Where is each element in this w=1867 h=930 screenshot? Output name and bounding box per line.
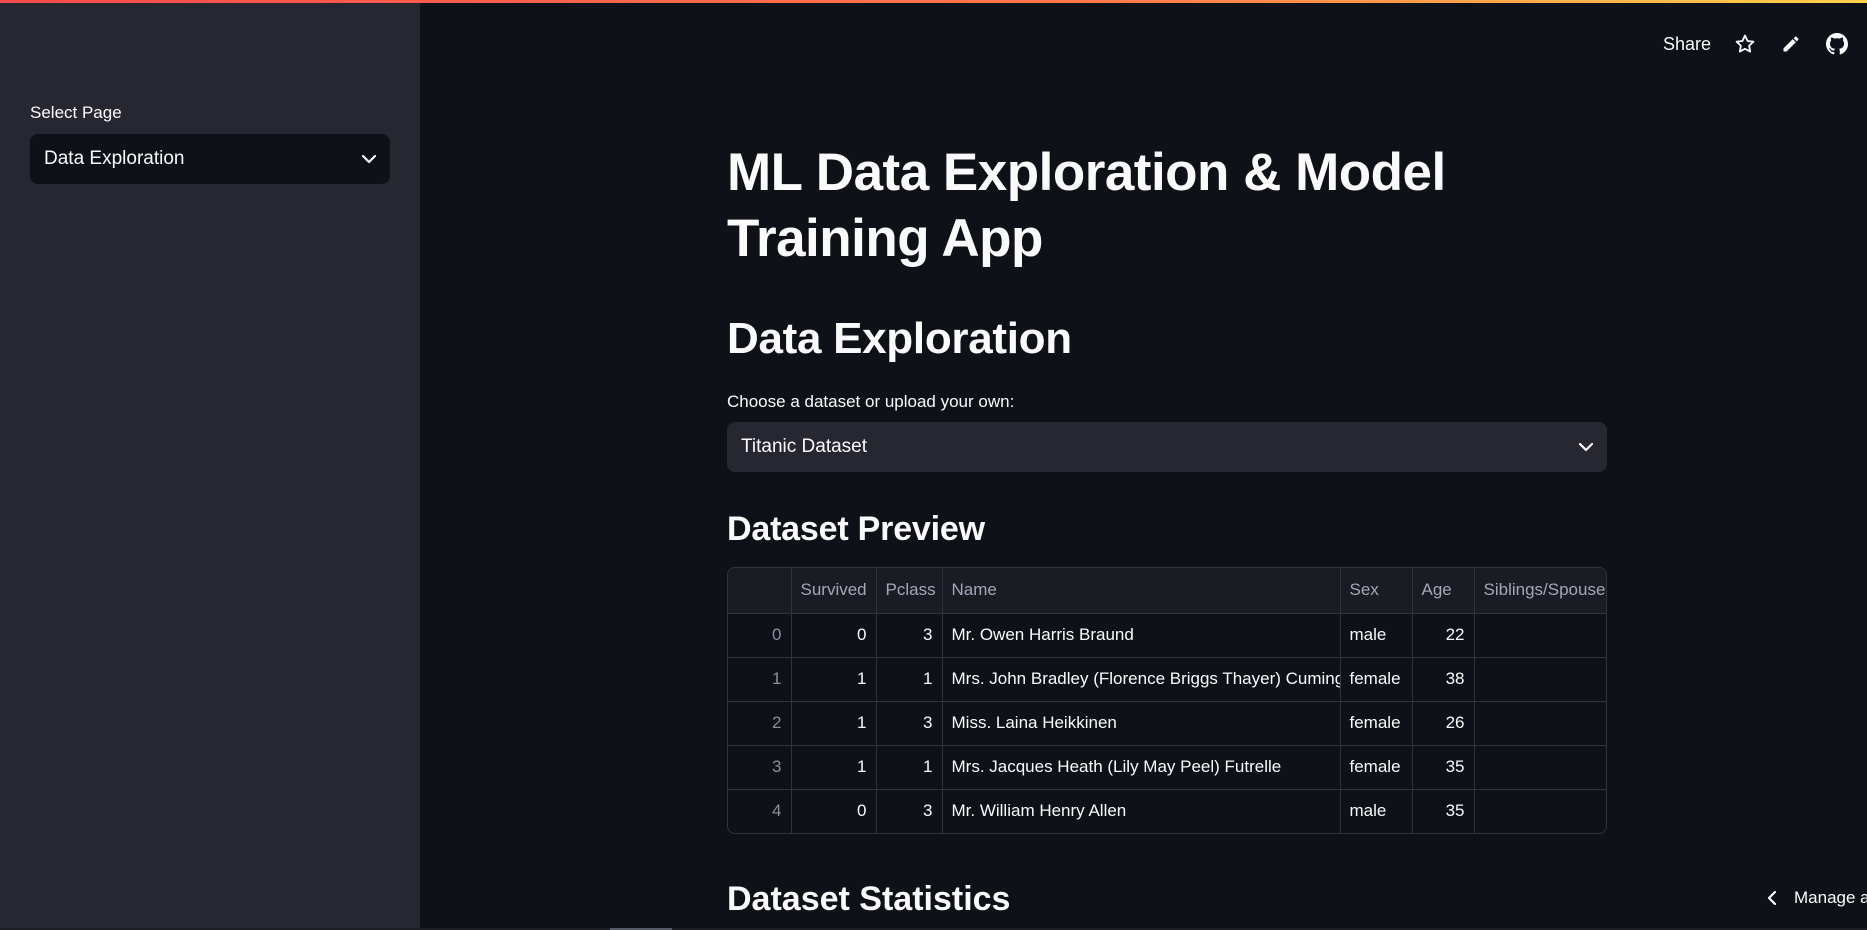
section-title: Data Exploration	[727, 314, 1072, 363]
table-cell[interactable]: 0	[791, 613, 877, 658]
main-area: Share ML Data Exploration & Model Traini…	[420, 0, 1867, 930]
chevron-down-icon	[362, 152, 376, 166]
table-cell[interactable]: female	[1340, 657, 1413, 702]
table-cell[interactable]: 1	[791, 745, 877, 790]
row-index[interactable]: 3	[728, 745, 792, 790]
table-cell[interactable]: 35	[1412, 789, 1475, 833]
manage-app-button[interactable]: Manage app	[1767, 888, 1867, 908]
column-header[interactable]: Survived	[791, 568, 877, 614]
pencil-icon[interactable]	[1779, 32, 1803, 56]
table-cell[interactable]: 1	[791, 657, 877, 702]
row-index[interactable]: 4	[728, 789, 792, 833]
table-cell[interactable]	[1474, 701, 1606, 746]
dataset-select[interactable]: Titanic Dataset	[727, 422, 1607, 472]
table-row: 2 1 3 Miss. Laina Heikkinen female 26	[728, 701, 1606, 746]
column-header[interactable]: Siblings/Spouses	[1474, 568, 1606, 614]
column-header[interactable]: Pclass	[876, 568, 943, 614]
table-cell[interactable]: 1	[876, 745, 943, 790]
column-header[interactable]	[728, 568, 792, 614]
sidebar: Select Page Data Exploration	[0, 0, 420, 930]
table-cell[interactable]	[1474, 745, 1606, 790]
toolbar: Share	[1663, 32, 1849, 56]
table-cell[interactable]: 38	[1412, 657, 1475, 702]
table-cell[interactable]	[1474, 613, 1606, 658]
row-index[interactable]: 1	[728, 657, 792, 702]
row-index[interactable]: 2	[728, 701, 792, 746]
column-header[interactable]: Sex	[1340, 568, 1413, 614]
page-title: ML Data Exploration & Model Training App	[727, 143, 1446, 268]
page-select[interactable]: Data Exploration	[30, 134, 390, 184]
chevron-down-icon	[1579, 440, 1593, 454]
chevron-left-icon	[1767, 891, 1776, 905]
table-cell[interactable]	[1474, 657, 1606, 702]
table-cell[interactable]: Mr. William Henry Allen	[942, 789, 1341, 833]
table-cell[interactable]: 35	[1412, 745, 1475, 790]
table-cell[interactable]: Mrs. Jacques Heath (Lily May Peel) Futre…	[942, 745, 1341, 790]
table-cell[interactable]: female	[1340, 745, 1413, 790]
dataset-select-value: Titanic Dataset	[741, 436, 868, 457]
table-row: 3 1 1 Mrs. Jacques Heath (Lily May Peel)…	[728, 745, 1606, 790]
row-index[interactable]: 0	[728, 613, 792, 658]
star-icon[interactable]	[1733, 32, 1757, 56]
table-cell[interactable]: 1	[791, 701, 877, 746]
dataframe-table[interactable]: Survived Pclass Name Sex Age Siblings/Sp…	[727, 567, 1607, 834]
table-cell[interactable]: 3	[876, 613, 943, 658]
github-icon[interactable]	[1825, 32, 1849, 56]
table-cell[interactable]: Mrs. John Bradley (Florence Briggs Thaye…	[942, 657, 1341, 702]
table-cell[interactable]: 3	[876, 701, 943, 746]
column-header[interactable]: Age	[1412, 568, 1475, 614]
table-header-row: Survived Pclass Name Sex Age Siblings/Sp…	[728, 568, 1606, 614]
table-cell[interactable]: female	[1340, 701, 1413, 746]
table-cell[interactable]: Miss. Laina Heikkinen	[942, 701, 1341, 746]
table-row: 1 1 1 Mrs. John Bradley (Florence Briggs…	[728, 657, 1606, 702]
table-cell[interactable]: 26	[1412, 701, 1475, 746]
preview-title: Dataset Preview	[727, 510, 985, 548]
table-cell[interactable]: Mr. Owen Harris Braund	[942, 613, 1341, 658]
table-cell[interactable]: male	[1340, 613, 1413, 658]
table-row: 0 0 3 Mr. Owen Harris Braund male 22	[728, 613, 1606, 658]
content: ML Data Exploration & Model Training App…	[727, 140, 1607, 834]
manage-app-label: Manage app	[1794, 888, 1867, 907]
select-page-label: Select Page	[30, 103, 122, 122]
table-cell[interactable]: 22	[1412, 613, 1475, 658]
table-row: 4 0 3 Mr. William Henry Allen male 35	[728, 789, 1606, 833]
table-cell[interactable]: 3	[876, 789, 943, 833]
table-cell[interactable]	[1474, 789, 1606, 833]
top-decoration-bar	[0, 0, 1867, 3]
table-cell[interactable]: 0	[791, 789, 877, 833]
statistics-title: Dataset Statistics	[727, 880, 1011, 918]
table-cell[interactable]: male	[1340, 789, 1413, 833]
column-header[interactable]: Name	[942, 568, 1341, 614]
share-button[interactable]: Share	[1663, 34, 1711, 55]
page-select-value: Data Exploration	[44, 148, 185, 169]
dataset-select-label: Choose a dataset or upload your own:	[727, 392, 1015, 411]
table-cell[interactable]: 1	[876, 657, 943, 702]
